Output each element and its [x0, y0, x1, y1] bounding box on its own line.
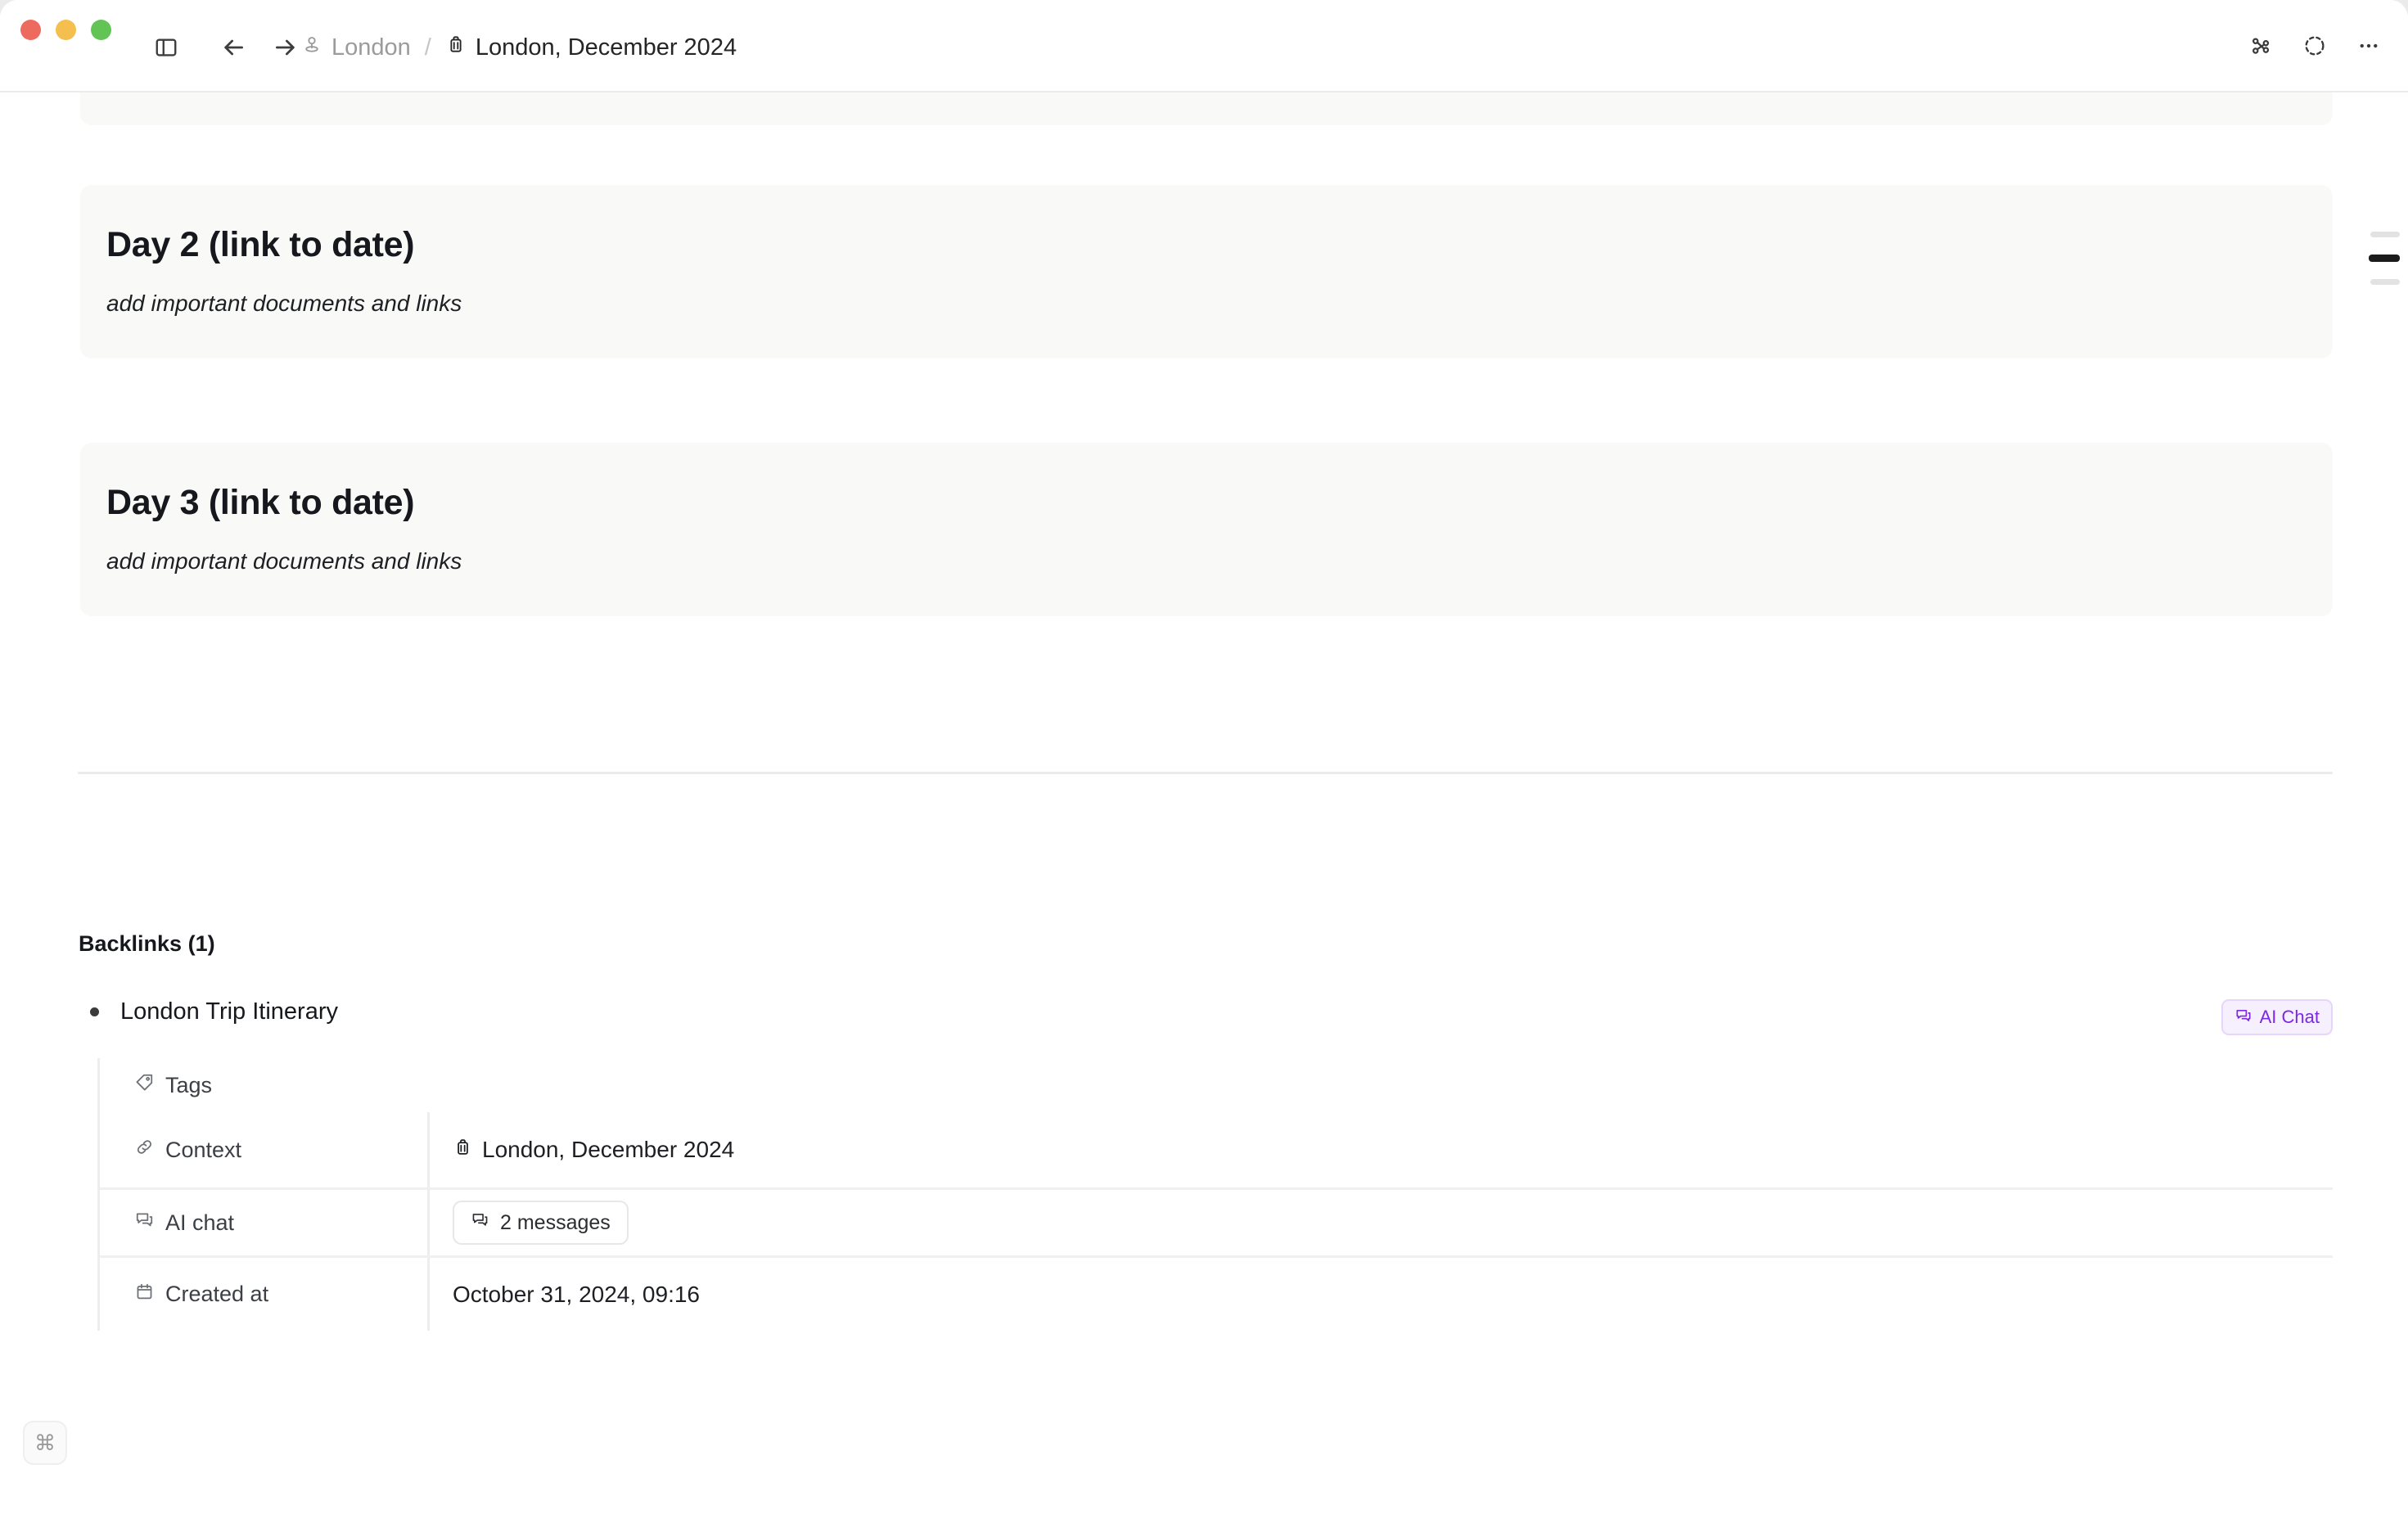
- property-row-ai-chat[interactable]: AI chat 2 messages: [100, 1187, 2333, 1255]
- outline-minimap[interactable]: [2362, 232, 2400, 285]
- suitcase-icon: [453, 1137, 473, 1163]
- card-subtitle: add important documents and links: [106, 291, 462, 316]
- calendar-icon: [134, 1282, 155, 1308]
- chat-icon: [2234, 1007, 2252, 1028]
- chat-icon: [134, 1210, 155, 1236]
- graph-view-icon: [2248, 34, 2273, 62]
- sidebar-toggle-button[interactable]: [143, 25, 189, 70]
- toolbar-right-group: [2238, 25, 2392, 70]
- property-value-label: London, December 2024: [482, 1137, 735, 1162]
- map-pin-icon: [301, 34, 322, 61]
- property-value[interactable]: [427, 1058, 2333, 1112]
- sidebar-toggle-icon: [154, 35, 178, 60]
- traffic-lights: [20, 20, 111, 40]
- toolbar-left-group: [143, 25, 309, 70]
- property-key: Context: [100, 1112, 427, 1187]
- ellipsis-icon: [2356, 34, 2381, 62]
- breadcrumb-item-current[interactable]: London, December 2024: [439, 30, 743, 65]
- property-row-tags[interactable]: Tags: [100, 1058, 2333, 1112]
- property-value[interactable]: 2 messages: [427, 1190, 2333, 1255]
- traffic-light-pod: [0, 0, 115, 54]
- minimize-window-button[interactable]: [56, 20, 76, 40]
- suitcase-icon: [445, 34, 467, 61]
- day-card[interactable]: Day 3 (link to date) add important docum…: [80, 443, 2333, 616]
- backlink-title-row[interactable]: London Trip Itinerary: [79, 1000, 2333, 1024]
- maximize-window-button[interactable]: [91, 20, 111, 40]
- titlebar: London / London, December 2024: [0, 0, 2408, 92]
- link-icon: [134, 1137, 155, 1163]
- back-button[interactable]: [210, 25, 256, 70]
- focus-mode-button[interactable]: [2292, 25, 2338, 70]
- property-key-label: Created at: [165, 1282, 269, 1306]
- chat-icon: [471, 1210, 489, 1235]
- messages-pill-label: 2 messages: [500, 1210, 611, 1234]
- command-key-icon: ⌘: [34, 1431, 56, 1455]
- messages-pill[interactable]: 2 messages: [453, 1201, 629, 1245]
- property-key-label: Context: [165, 1137, 242, 1162]
- property-row-created-at[interactable]: Created at October 31, 2024, 09:16: [100, 1255, 2333, 1331]
- dashed-circle-icon: [2302, 34, 2327, 62]
- property-key: AI chat: [100, 1190, 427, 1255]
- backlink-title: London Trip Itinerary: [120, 998, 338, 1025]
- breadcrumb: London / London, December 2024: [295, 25, 743, 70]
- command-palette-button[interactable]: ⌘: [23, 1421, 67, 1465]
- property-value[interactable]: London, December 2024: [427, 1112, 2333, 1187]
- property-value[interactable]: October 31, 2024, 09:16: [427, 1258, 2333, 1331]
- ai-chat-badge[interactable]: AI Chat: [2221, 999, 2333, 1035]
- window-bottom-edge: [0, 1509, 2408, 1514]
- card-title: Day 2 (link to date): [106, 225, 415, 264]
- backlink-properties-table: Tags Context London, December 2024 AI ch…: [97, 1058, 2333, 1331]
- ai-chat-badge-label: AI Chat: [2259, 1007, 2320, 1027]
- section-divider: [78, 772, 2333, 774]
- bullet-icon: [79, 1007, 110, 1016]
- outline-marker[interactable]: [2370, 279, 2400, 285]
- backlink-entry: London Trip Itinerary: [79, 1000, 2333, 1024]
- breadcrumb-separator: /: [424, 34, 431, 61]
- day-card[interactable]: Day 2 (link to date) add important docum…: [80, 185, 2333, 358]
- property-key: Tags: [100, 1058, 427, 1112]
- card-subtitle: add important documents and links: [106, 548, 462, 574]
- document-content: Day 2 (link to date) add important docum…: [0, 92, 2408, 1514]
- outline-marker[interactable]: [2370, 232, 2400, 237]
- tag-icon: [134, 1072, 155, 1098]
- property-key-label: Tags: [165, 1072, 213, 1097]
- arrow-left-icon: [220, 34, 246, 61]
- graph-view-button[interactable]: [2238, 25, 2284, 70]
- property-value-label: October 31, 2024, 09:16: [453, 1281, 700, 1307]
- breadcrumb-label: London, December 2024: [475, 34, 737, 61]
- breadcrumb-label: London: [331, 34, 411, 61]
- app-window: London / London, December 2024 Day 2 (li…: [0, 0, 2408, 1514]
- property-key: Created at: [100, 1258, 427, 1331]
- property-row-context[interactable]: Context London, December 2024: [100, 1112, 2333, 1187]
- breadcrumb-item-london[interactable]: London: [295, 30, 417, 65]
- outline-marker-active[interactable]: [2369, 255, 2400, 262]
- property-key-label: AI chat: [165, 1210, 235, 1235]
- card-title: Day 3 (link to date): [106, 483, 415, 522]
- close-window-button[interactable]: [20, 20, 41, 40]
- more-options-button[interactable]: [2346, 25, 2392, 70]
- card-above-scrolled: [80, 92, 2333, 125]
- backlinks-heading: Backlinks (1): [79, 931, 215, 956]
